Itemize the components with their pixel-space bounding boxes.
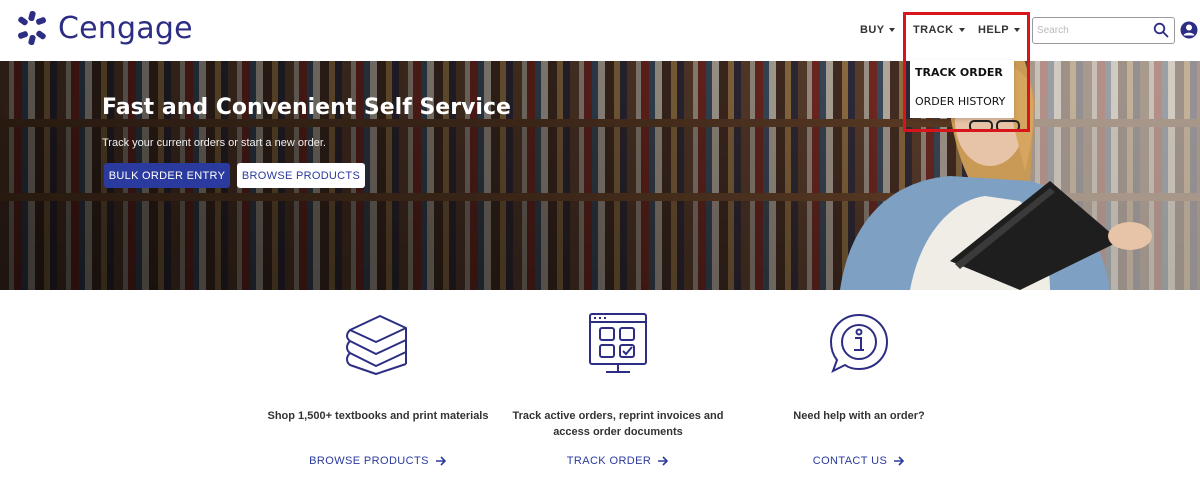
feature-shop: Shop 1,500+ textbooks and print material… — [258, 312, 498, 467]
highlight-annotation-box — [903, 12, 1030, 132]
feature-help: Need help with an order? CONTACT US — [739, 312, 979, 467]
feature-track-text: Track active orders, reprint invoices an… — [512, 410, 724, 438]
account-icon[interactable] — [1180, 20, 1198, 40]
contact-us-link-label: CONTACT US — [812, 455, 888, 467]
search-box — [1032, 17, 1175, 44]
nav-buy[interactable]: BUY — [860, 24, 896, 36]
cengage-logo-mark-icon — [17, 10, 47, 46]
contact-us-link[interactable]: CONTACT US — [739, 455, 979, 467]
brand-name: Cengage — [58, 10, 193, 46]
track-order-link-label: TRACK ORDER — [566, 455, 652, 467]
track-order-link[interactable]: TRACK ORDER — [498, 455, 738, 467]
bulk-order-entry-button[interactable]: BULK ORDER ENTRY — [104, 163, 230, 188]
arrow-right-icon — [894, 456, 905, 466]
hero-subtitle: Track your current orders or start a new… — [102, 137, 326, 149]
browse-products-button[interactable]: BROWSE PRODUCTS — [237, 163, 365, 188]
feature-shop-text: Shop 1,500+ textbooks and print material… — [267, 410, 489, 422]
nav-buy-label: BUY — [860, 24, 885, 36]
caret-down-icon — [889, 28, 896, 32]
browse-products-link[interactable]: BROWSE PRODUCTS — [258, 455, 498, 467]
feature-help-text: Need help with an order? — [793, 410, 925, 422]
browse-products-link-label: BROWSE PRODUCTS — [309, 455, 429, 467]
search-input[interactable] — [1033, 18, 1151, 43]
arrow-right-icon — [658, 456, 669, 466]
order-dashboard-icon — [589, 313, 647, 373]
arrow-right-icon — [435, 456, 446, 466]
books-stack-icon — [346, 315, 407, 375]
hero-title: Fast and Convenient Self Service — [102, 95, 511, 120]
info-chat-icon — [829, 313, 889, 374]
cengage-logo[interactable]: Cengage — [14, 10, 193, 46]
search-icon[interactable] — [1153, 22, 1169, 38]
feature-track: Track active orders, reprint invoices an… — [498, 312, 738, 467]
